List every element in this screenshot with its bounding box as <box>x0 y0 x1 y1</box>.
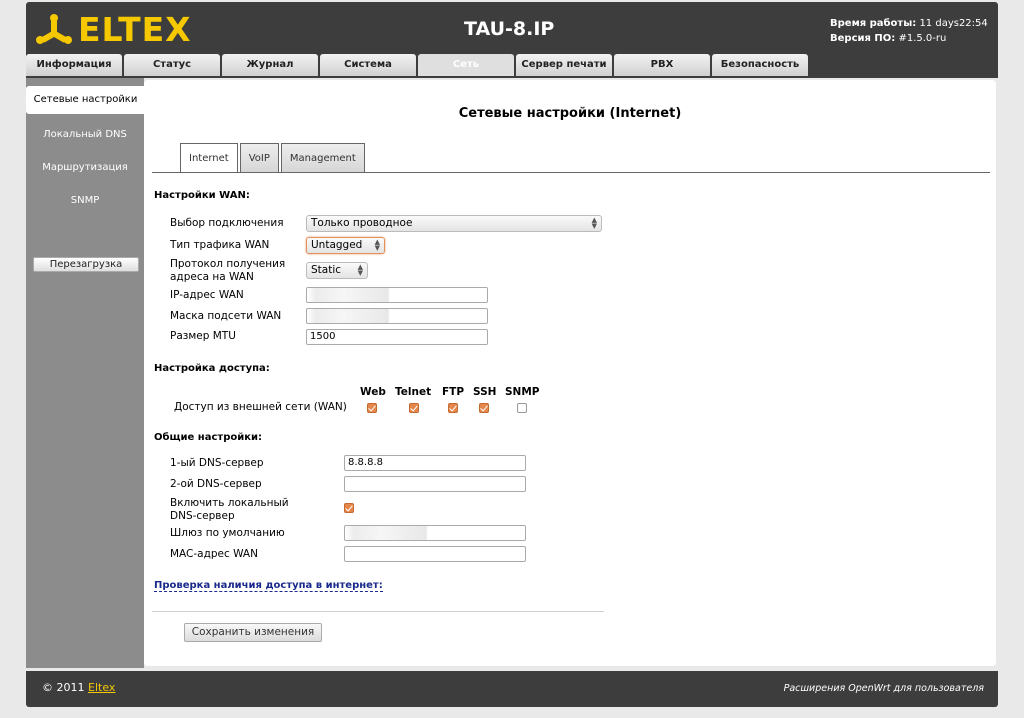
telnet-access-checkbox[interactable] <box>409 403 419 413</box>
tab-security[interactable]: Безопасность <box>712 54 808 76</box>
wan-heading: Настройки WAN: <box>154 190 250 201</box>
tab-print-server[interactable]: Сервер печати <box>516 54 612 76</box>
copyright-text: © 2011 <box>42 681 85 694</box>
internet-check-link[interactable]: Проверка наличия доступа в интернет: <box>154 580 383 592</box>
general-heading: Общие настройки: <box>154 432 263 443</box>
traffic-type-value: Untagged <box>311 239 363 251</box>
divider <box>152 611 604 612</box>
protocol-label: Протокол получения адреса на WAN <box>170 258 285 284</box>
local-dns-label-line2: DNS-сервер <box>170 510 235 522</box>
eltex-link[interactable]: Eltex <box>88 681 115 694</box>
subtab-internet[interactable]: Internet <box>180 143 238 173</box>
select-arrows-icon: ▲ ▼ <box>591 216 597 230</box>
sidebar-item-routing[interactable]: Маршрутизация <box>26 151 144 184</box>
tab-info[interactable]: Информация <box>26 54 122 76</box>
subnet-mask-label: Маска подсети WAN <box>170 310 282 322</box>
uptime-value: 11 days22:54 <box>919 18 988 29</box>
sidebar-item-network-settings[interactable]: Сетевые настройки <box>26 86 145 114</box>
traffic-type-select[interactable]: Untagged ▲ ▼ <box>306 237 385 254</box>
local-dns-label-line1: Включить локальный <box>170 497 289 509</box>
footer: © 2011 Eltex Расширения OpenWrt для поль… <box>26 671 998 707</box>
mac-label: MAC-адрес WAN <box>170 548 258 560</box>
version-label: Версия ПО: <box>830 33 896 44</box>
sidebar-item-snmp[interactable]: SNMP <box>26 184 144 217</box>
subnet-mask-input[interactable] <box>306 308 488 324</box>
dns1-input[interactable]: 8.8.8.8 <box>344 455 526 471</box>
eltex-logo-icon <box>36 14 72 44</box>
mac-input[interactable] <box>344 546 526 562</box>
copyright: © 2011 Eltex <box>42 681 115 694</box>
tab-network[interactable]: Сеть <box>418 54 514 76</box>
protocol-select[interactable]: Static ▲ ▼ <box>306 262 368 279</box>
col-web: Web <box>360 386 386 398</box>
col-snmp: SNMP <box>505 386 540 398</box>
connection-label: Выбор подключения <box>170 217 284 229</box>
connection-select[interactable]: Только проводное ▲ ▼ <box>306 215 602 232</box>
gateway-label: Шлюз по умолчанию <box>170 527 285 539</box>
web-access-checkbox[interactable] <box>367 403 377 413</box>
product-title: TAU-8.IP <box>464 18 555 40</box>
tab-log[interactable]: Журнал <box>222 54 318 76</box>
tab-status[interactable]: Статус <box>124 54 220 76</box>
wan-access-label: Доступ из внешней сети (WAN) <box>174 401 347 413</box>
traffic-type-label: Тип трафика WAN <box>170 239 270 251</box>
ip-address-input[interactable] <box>306 287 488 303</box>
ftp-access-checkbox[interactable] <box>448 403 458 413</box>
uptime-label: Время работы: <box>830 18 917 29</box>
connection-value: Только проводное <box>311 217 413 229</box>
sidebar-item-local-dns[interactable]: Локальный DNS <box>26 118 144 151</box>
access-heading: Настройка доступа: <box>154 363 270 374</box>
save-button[interactable]: Сохранить изменения <box>184 623 322 642</box>
subtab-voip[interactable]: VoIP <box>239 143 279 172</box>
tab-pbx[interactable]: PBX <box>614 54 710 76</box>
protocol-value: Static <box>311 264 342 276</box>
mtu-input[interactable]: 1500 <box>306 329 488 345</box>
main-tabs: Информация Статус Журнал Система Сеть Се… <box>26 54 810 76</box>
col-ssh: SSH <box>473 386 497 398</box>
gateway-input[interactable] <box>344 525 526 541</box>
snmp-access-checkbox[interactable] <box>517 403 527 413</box>
dns2-input[interactable] <box>344 476 526 492</box>
ip-address-label: IP-адрес WAN <box>170 289 244 301</box>
eltex-logo: ELTEX <box>34 8 204 52</box>
version-value: #1.5.0-ru <box>898 33 947 44</box>
sidebar: Сетевые настройки Локальный DNS Маршрути… <box>26 78 145 668</box>
protocol-label-line2: адреса на WAN <box>170 271 254 283</box>
logo-text: ELTEX <box>78 10 192 49</box>
dns1-label: 1-ый DNS-сервер <box>170 457 264 469</box>
select-arrows-icon: ▲ ▼ <box>374 238 380 252</box>
header: ELTEX TAU-8.IP Время работы: 11 days22:5… <box>26 2 998 78</box>
reboot-button[interactable]: Перезагрузка <box>33 257 139 272</box>
sub-tabs: Internet VoIP Management <box>180 143 367 173</box>
select-arrows-icon: ▲ ▼ <box>357 263 363 277</box>
mtu-label: Размер MTU <box>170 330 236 342</box>
dns2-label: 2-ой DNS-сервер <box>170 478 262 490</box>
col-ftp: FTP <box>442 386 465 398</box>
openwrt-extensions-text: Расширения OpenWrt для пользователя <box>783 683 984 694</box>
content-panel: Сетевые настройки (Internet) Internet Vo… <box>144 80 996 666</box>
protocol-label-line1: Протокол получения <box>170 258 286 270</box>
local-dns-label: Включить локальный DNS-сервер <box>170 497 289 523</box>
ssh-access-checkbox[interactable] <box>479 403 489 413</box>
page-title: Сетевые настройки (Internet) <box>458 106 682 121</box>
tab-system[interactable]: Система <box>320 54 416 76</box>
subtab-management[interactable]: Management <box>280 143 365 172</box>
local-dns-checkbox[interactable] <box>344 503 354 513</box>
system-info: Время работы: 11 days22:54 Версия ПО: #1… <box>830 16 988 46</box>
col-telnet: Telnet <box>395 386 432 398</box>
subtab-divider <box>152 172 990 173</box>
